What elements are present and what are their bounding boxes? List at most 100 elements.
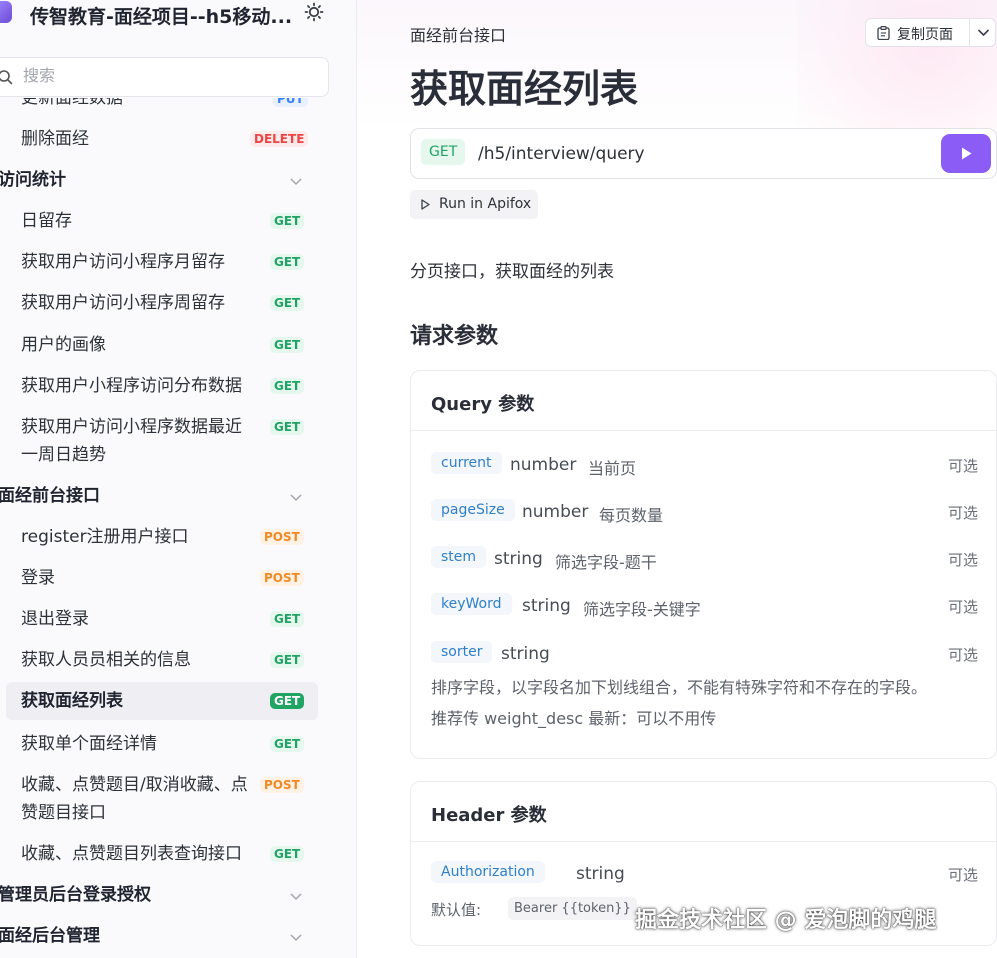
sidebar-item-user-info[interactable]: 获取人员员相关的信息 GET [6,646,318,674]
sidebar-item-label: 获取用户访问小程序数据最近一周日趋势 [21,417,242,465]
param-type: string [522,596,571,616]
sidebar-item-interview-detail[interactable]: 获取单个面经详情 GET [6,730,318,758]
clipboard-icon [877,26,890,40]
sidebar-item-monthly-retention[interactable]: 获取用户访问小程序月留存 GET [6,248,318,276]
send-request-button[interactable] [941,134,991,173]
sidebar-item-logout[interactable]: 退出登录 GET [6,605,318,633]
sidebar-item-collect-like[interactable]: 收藏、点赞题目/取消收藏、点赞题目接口 POST [6,771,318,827]
param-name[interactable]: pageSize [431,499,515,521]
sidebar-item-label: 获取用户小程序访问分布数据 [21,376,242,396]
sidebar-item-label: 删除面经 [21,129,89,149]
copy-page-label: 复制页面 [897,27,953,43]
sidebar-item-register[interactable]: register注册用户接口 POST [6,523,318,551]
chevron-down-icon [290,934,302,942]
method-badge: POST [260,570,304,586]
method-badge: GET [270,254,305,270]
sidebar-item-label: 日留存 [21,211,72,231]
sidebar-item-update-interview[interactable]: 更新面经数据 PUT [6,98,318,112]
method-badge: GET [270,419,305,435]
param-name[interactable]: sorter [431,641,493,663]
chevron-down-icon [290,494,302,502]
param-row: sorter string 可选 [431,640,981,670]
sidebar-item-delete-interview[interactable]: 删除面经 DELETE [6,125,318,153]
group-label: 面经后台管理 [0,926,100,946]
chevron-down-icon [290,893,302,901]
play-icon [962,147,972,160]
method-badge: DELETE [250,131,309,147]
param-name[interactable]: keyWord [431,593,512,615]
param-optional: 可选 [947,551,978,569]
sidebar-item-weekly-trend[interactable]: 获取用户访问小程序数据最近一周日趋势 GET [6,413,318,469]
api-tree: 更新面经数据 PUT 删除面经 DELETE 访问统计 日留存 GET 获取用户… [0,98,356,958]
request-params-heading: 请求参数 [410,324,499,349]
project-header: 传智教育-面经项目--h5移动... [0,0,356,30]
sidebar-group-admin-auth[interactable]: 管理员后台登录授权 [0,879,303,913]
method-badge: GET [270,611,305,627]
param-name[interactable]: current [431,452,502,474]
sidebar-item-label: register注册用户接口 [21,527,189,547]
query-params-title: Query 参数 [431,394,535,415]
sidebar-item-weekly-retention[interactable]: 获取用户访问小程序周留存 GET [6,289,318,317]
watermark: 掘金技术社区 @ 爱泡脚的鸡腿 [635,908,937,933]
param-note: 推荐传 weight_desc 最新：可以不用传 [431,709,717,728]
param-desc: 每页数量 [599,506,664,525]
sidebar-item-label: 获取用户访问小程序周留存 [21,293,225,313]
sidebar-group-frontend-api[interactable]: 面经前台接口 [0,480,303,514]
copy-options-dropdown[interactable] [969,19,996,46]
sun-icon[interactable] [304,2,324,22]
sidebar-item-collect-like-list[interactable]: 收藏、点赞题目列表查询接口 GET [6,840,318,868]
group-label: 访问统计 [0,170,66,190]
sidebar-item-label: 获取用户访问小程序月留存 [21,252,225,272]
sidebar-group-access-stats[interactable]: 访问统计 [0,164,303,198]
project-title[interactable]: 传智教育-面经项目--h5移动... [30,2,295,29]
param-type: string [501,644,550,664]
sidebar-group-admin-interview[interactable]: 面经后台管理 [0,920,303,954]
card-header: Header 参数 [411,782,996,842]
sidebar-item-label: 获取面经列表 [21,691,123,711]
param-desc: 筛选字段-关键字 [583,600,701,619]
sidebar-item-visit-distribution[interactable]: 获取用户小程序访问分布数据 GET [6,372,318,400]
search-box[interactable] [0,57,329,97]
query-params-card: Query 参数 current number 当前页 可选 pageSize … [410,370,997,759]
sidebar-item-daily-retention[interactable]: 日留存 GET [6,207,318,235]
project-logo [0,1,12,23]
run-in-apifox-label: Run in Apifox [439,196,532,212]
method-badge: PUT [273,98,308,107]
param-desc: 筛选字段-题干 [555,553,657,572]
param-row: Authorization string 可选 [431,860,981,890]
card-header: Query 参数 [411,371,996,431]
sidebar-item-user-portrait[interactable]: 用户的画像 GET [6,331,318,359]
endpoint-path: /h5/interview/query [478,144,645,164]
group-label: 面经前台接口 [0,486,100,506]
param-row: pageSize number 每页数量 可选 [431,498,981,528]
api-doc-panel: 面经前台接口 复制页面 获取面经列表 GET /h5/interview/que… [357,0,997,958]
search-input[interactable] [23,66,313,85]
search-icon [0,70,13,85]
copy-page-button-group: 复制页面 [865,18,996,47]
method-badge: GET [270,213,305,229]
sidebar-item-label: 用户的画像 [21,335,106,355]
sidebar-item-label: 更新面经数据 [21,98,123,108]
param-name[interactable]: stem [431,546,487,568]
sidebar-item-label: 获取单个面经详情 [21,734,157,754]
method-badge: GET [270,295,305,311]
chevron-down-icon [290,178,302,186]
group-label: 管理员后台登录授权 [0,885,151,905]
default-value: Bearer {{token}} [508,897,637,920]
sidebar-item-login[interactable]: 登录 POST [6,564,318,592]
copy-page-button[interactable]: 复制页面 [866,19,969,46]
method-badge: GET [270,378,305,394]
param-type: string [494,549,543,569]
play-outline-icon [421,199,430,210]
sidebar-item-interview-list[interactable]: 获取面经列表 GET [6,682,318,720]
endpoint-bar: GET /h5/interview/query [410,128,997,179]
param-row: current number 当前页 可选 [431,451,981,481]
param-name[interactable]: Authorization [431,861,545,883]
param-type: number [522,502,589,522]
param-type: number [510,455,577,475]
param-optional: 可选 [947,646,978,664]
sidebar-item-label: 登录 [21,568,55,588]
page-title: 获取面经列表 [410,67,639,111]
run-in-apifox-button[interactable]: Run in Apifox [410,190,538,219]
method-badge: POST [260,529,304,545]
